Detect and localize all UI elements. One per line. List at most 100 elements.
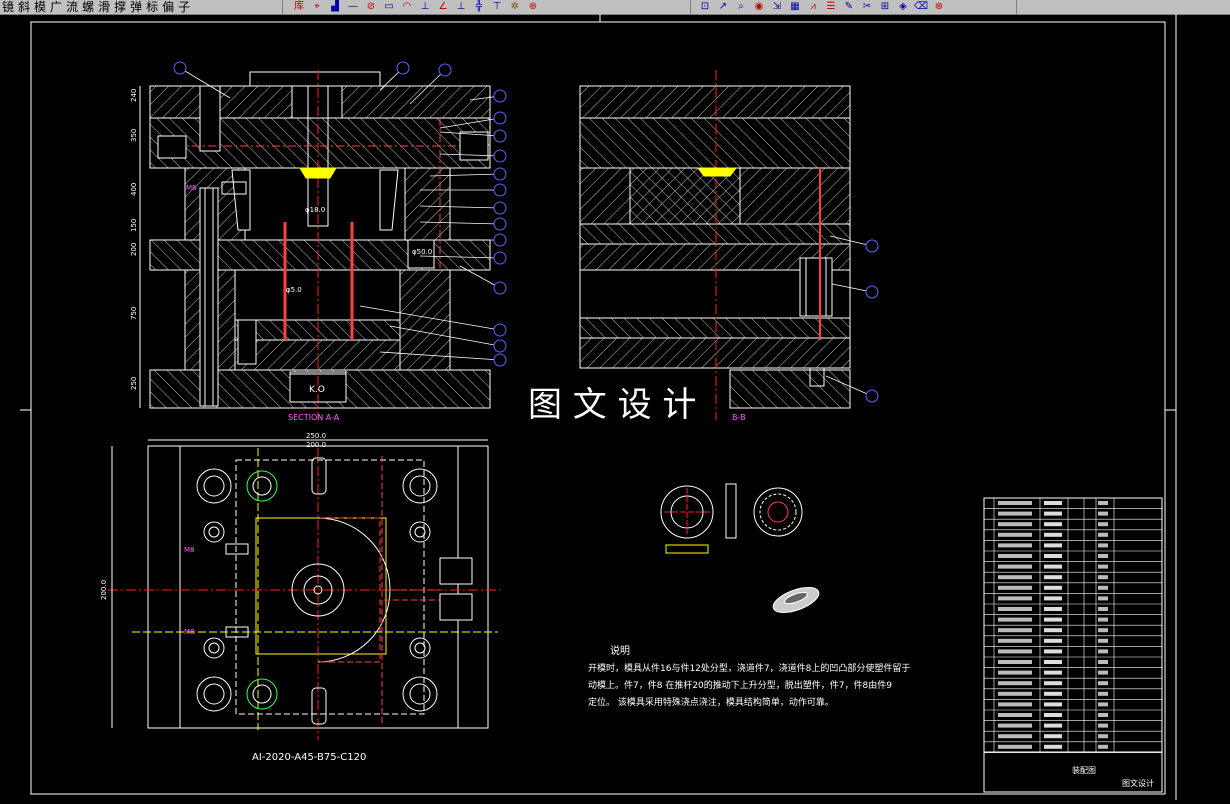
balloon-circle	[493, 167, 507, 181]
section-b-view[interactable]	[579, 70, 851, 420]
part-detail-views[interactable]	[660, 483, 822, 618]
plan-dim-w2: 200.0	[306, 441, 326, 449]
bom-cell-text	[998, 649, 1032, 654]
note-line-1: 开模时，模具从件16与件12处分型，浇道件7，浇道件8上的凹凸部分使塑件留于	[588, 662, 910, 674]
bom-cell-text	[1044, 564, 1062, 569]
menu-item-6[interactable]: 滑	[96, 0, 112, 14]
bom-cell-text	[998, 723, 1032, 728]
title-drawing-name: 装配图	[1072, 765, 1096, 775]
bom-cell-text	[1098, 607, 1108, 611]
circle-icon[interactable]: ⊘	[362, 0, 380, 14]
balloon-circle	[396, 61, 410, 75]
model-number: AI-2020-A45-B75-C120	[252, 752, 366, 763]
arc-icon[interactable]: ◠	[398, 0, 416, 14]
menu-item-5[interactable]: 螺	[80, 0, 96, 14]
hatch-icon[interactable]: ⩘	[804, 0, 822, 14]
m8-label-2: M8	[184, 546, 195, 554]
bom-cell-text	[1098, 638, 1108, 643]
watermark-text: 图 文 设 计	[528, 385, 696, 425]
menu-item-1[interactable]: 斜	[16, 0, 32, 14]
balloon-circle	[493, 281, 507, 295]
bom-cell-text	[998, 511, 1032, 516]
plan-view[interactable]	[108, 445, 500, 740]
dimension-icon[interactable]: ⊡	[696, 0, 714, 14]
list-icon[interactable]: ☰	[822, 0, 840, 14]
note-title: 说明	[610, 644, 630, 657]
bucket-icon[interactable]: ◈	[894, 0, 912, 14]
pin-icon[interactable]: ⊥	[416, 0, 434, 14]
insert-icon[interactable]: ⊞	[876, 0, 894, 14]
bom-cell-text	[1098, 723, 1108, 728]
edit-icon[interactable]: ✎	[840, 0, 858, 14]
bom-cell-text	[1044, 649, 1062, 654]
menu-item-9[interactable]: 标	[144, 0, 160, 14]
menu-item-7[interactable]: 撑	[112, 0, 128, 14]
balloon-circle	[493, 353, 507, 367]
menu-item-0[interactable]: 镜	[0, 0, 16, 14]
gear-icon[interactable]: ✲	[506, 0, 524, 14]
zoom-icon[interactable]: ⌕	[732, 0, 750, 14]
bom-cell-text	[1098, 596, 1108, 601]
bom-cell-text	[998, 681, 1032, 686]
stack-dim-2: 400	[130, 183, 138, 196]
bom-cell-text	[1044, 554, 1062, 558]
arrow-icon[interactable]: ⇲	[768, 0, 786, 14]
stack-dim-1: 350	[130, 129, 138, 142]
menu-item-4[interactable]: 流	[64, 0, 80, 14]
bom-cell-text	[1044, 734, 1062, 739]
stack-dim-3: 150	[130, 219, 138, 232]
erase-icon[interactable]: ⌫	[912, 0, 930, 14]
balloon-icon[interactable]: ◉	[750, 0, 768, 14]
target-icon[interactable]: ⊕	[524, 0, 542, 14]
balloon-circle	[493, 129, 507, 143]
bom-cell-text	[1044, 596, 1062, 601]
bom-cell-text	[1044, 575, 1062, 580]
line-icon[interactable]: —	[344, 0, 362, 14]
bom-cell-text	[998, 554, 1032, 558]
mold-menu-group: 镜斜模广流螺滑撑弹标偏子	[0, 0, 283, 14]
bom-cell-text	[1098, 532, 1108, 537]
section-a-view[interactable]	[149, 70, 491, 420]
gate-icon[interactable]: ⊤	[488, 0, 506, 14]
angle-icon[interactable]: ∠	[434, 0, 452, 14]
stack-dim-4: 200	[130, 243, 138, 256]
pointer-icon[interactable]: ⌖	[308, 0, 326, 14]
menu-item-2[interactable]: 模	[32, 0, 48, 14]
balloon-circle	[493, 217, 507, 231]
bom-cell-text	[1098, 617, 1108, 622]
diameter-label-1: φ18.0	[305, 206, 325, 214]
trim-icon[interactable]: ✂	[858, 0, 876, 14]
cross-icon[interactable]: ╬	[470, 0, 488, 14]
bom-cell-text	[1044, 628, 1062, 633]
bom-cell-text	[998, 607, 1032, 611]
menu-item-3[interactable]: 广	[48, 0, 64, 14]
bom-cell-text	[998, 543, 1032, 548]
stop-icon[interactable]: ⊗	[930, 0, 948, 14]
rect-icon[interactable]: ▭	[380, 0, 398, 14]
bom-cell-text	[1098, 554, 1108, 558]
bom-table[interactable]	[983, 497, 1163, 753]
bom-cell-text	[1098, 702, 1108, 707]
leader-icon[interactable]: ↗	[714, 0, 732, 14]
plate-icon[interactable]: ▟	[326, 0, 344, 14]
cad-toolbar: 镜斜模广流螺滑撑弹标偏子 库 ⌖ ▟ — ⊘ ▭ ◠ ⊥ ∠ ⊥ ╬ ⊤ ✲ ⊕ ⊡ ↗ ⌕ ◉ ⇲ ▦ ⩘ ☰ ✎ ✂ ⊞ ◈…	[0, 0, 1230, 15]
bom-cell-text	[998, 575, 1032, 580]
menu-item-10[interactable]: 偏	[160, 0, 176, 14]
cad-drawing-canvas[interactable]: 240350400150200750250 K.O M8 φ18.0 φ5.0 …	[0, 14, 1230, 804]
table-icon[interactable]: ▦	[786, 0, 804, 14]
menu-item-11[interactable]: 子	[176, 0, 192, 14]
library-icon[interactable]: 库	[290, 0, 308, 14]
bom-cell-text	[998, 744, 1032, 749]
bom-cell-text	[998, 628, 1032, 633]
bom-cell-text	[1098, 501, 1108, 505]
bom-cell-text	[998, 522, 1032, 527]
bom-cell-text	[1098, 628, 1108, 633]
bom-cell-text	[1044, 670, 1062, 675]
pin2-icon[interactable]: ⊥	[452, 0, 470, 14]
bom-cell-text	[1044, 501, 1062, 505]
menu-item-8[interactable]: 弹	[128, 0, 144, 14]
stack-dim-6: 250	[130, 377, 138, 390]
bom-cell-text	[1098, 660, 1108, 664]
bom-cell-text	[1098, 511, 1108, 516]
bom-cell-text	[1098, 649, 1108, 654]
